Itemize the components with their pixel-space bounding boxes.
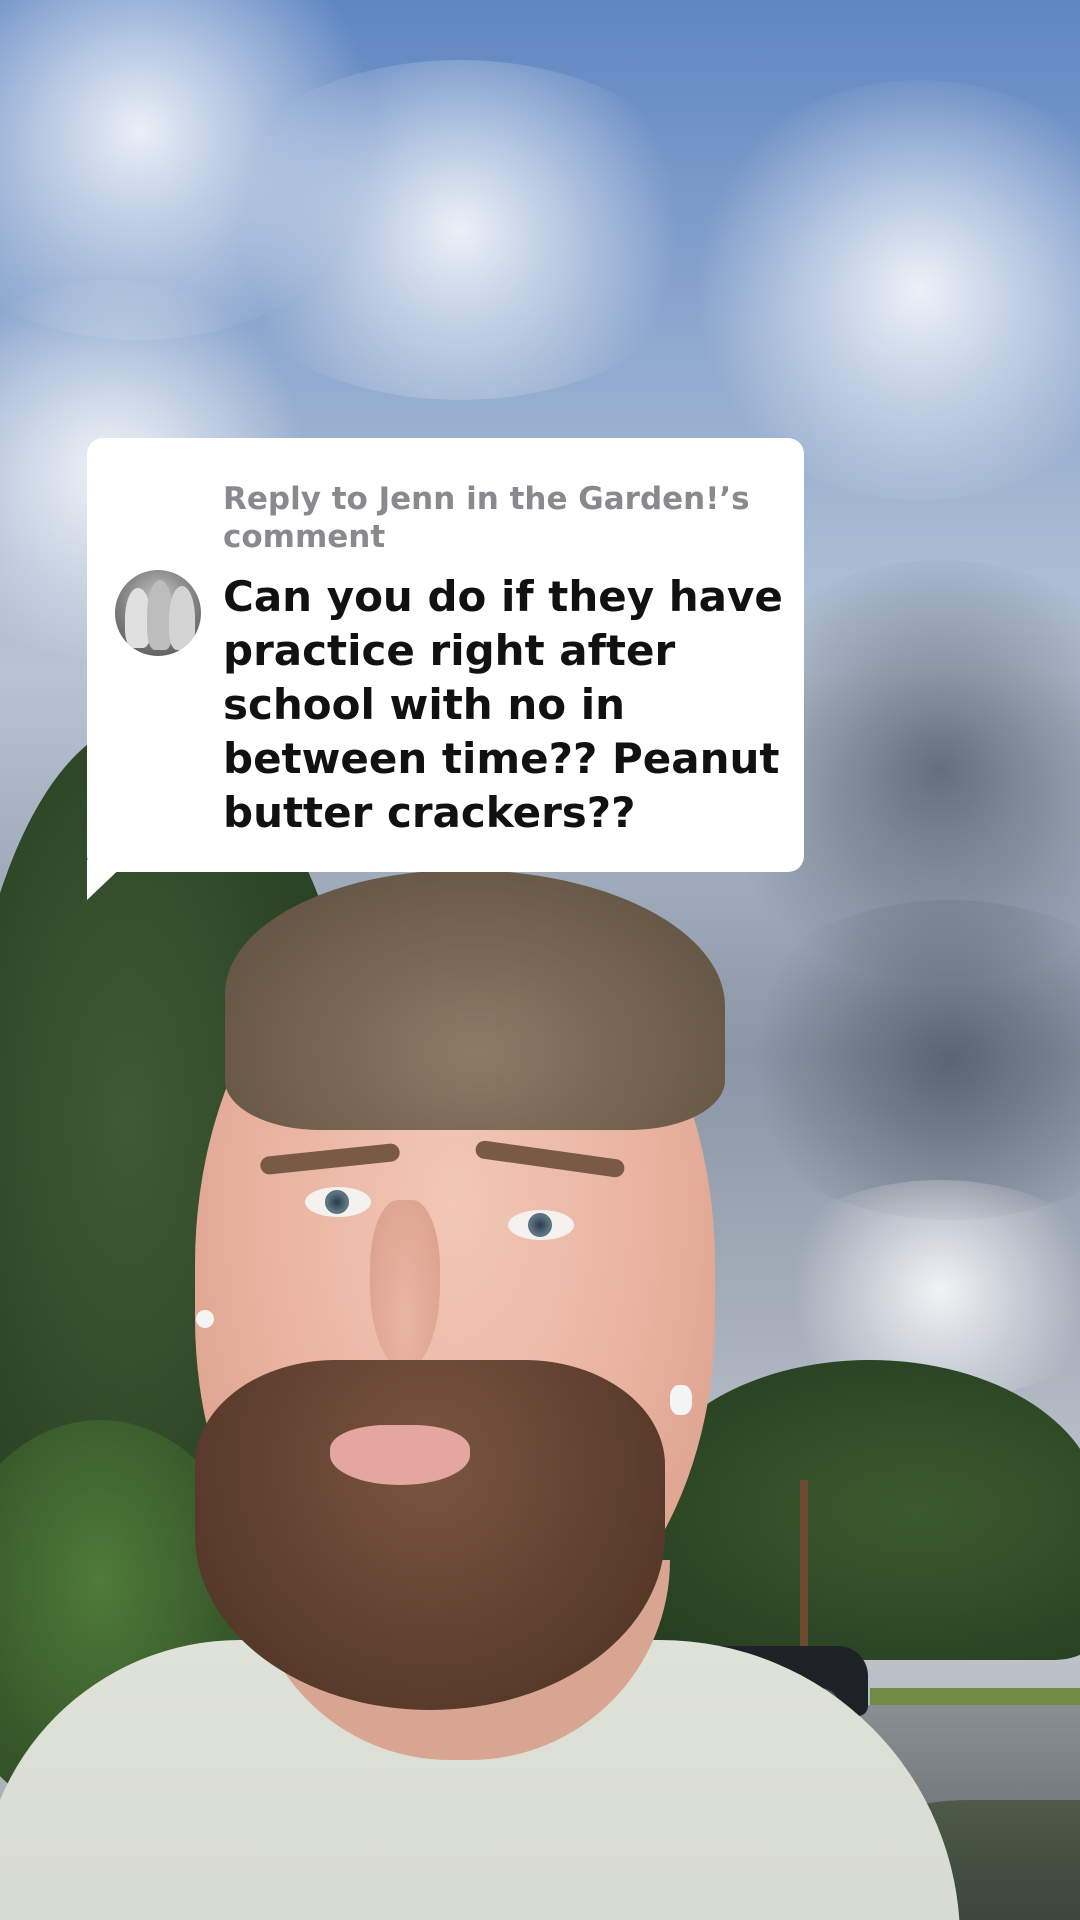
nose [370, 1200, 440, 1370]
person-hair [225, 870, 725, 1130]
cloud [200, 60, 720, 400]
utility-pole [800, 1480, 808, 1650]
earbud-icon [196, 1310, 214, 1328]
cloud [720, 900, 1080, 1220]
person-beard [195, 1360, 665, 1710]
cloud [680, 80, 1080, 500]
grass [870, 1688, 1080, 1706]
avatar-figure [169, 586, 195, 650]
commenter-avatar[interactable] [115, 570, 201, 656]
video-frame[interactable]: Reply to Jenn in the Garden!’s comment C… [0, 0, 1080, 1920]
comment-reply-sticker[interactable]: Reply to Jenn in the Garden!’s comment C… [87, 438, 804, 872]
comment-text: Can you do if they have practice right a… [223, 572, 783, 837]
eye [508, 1210, 574, 1240]
earbud-icon [670, 1385, 692, 1415]
eye [305, 1187, 371, 1217]
reply-header: Reply to Jenn in the Garden!’s comment [223, 481, 750, 555]
mouth [330, 1425, 470, 1485]
sticker-tail [87, 860, 129, 900]
